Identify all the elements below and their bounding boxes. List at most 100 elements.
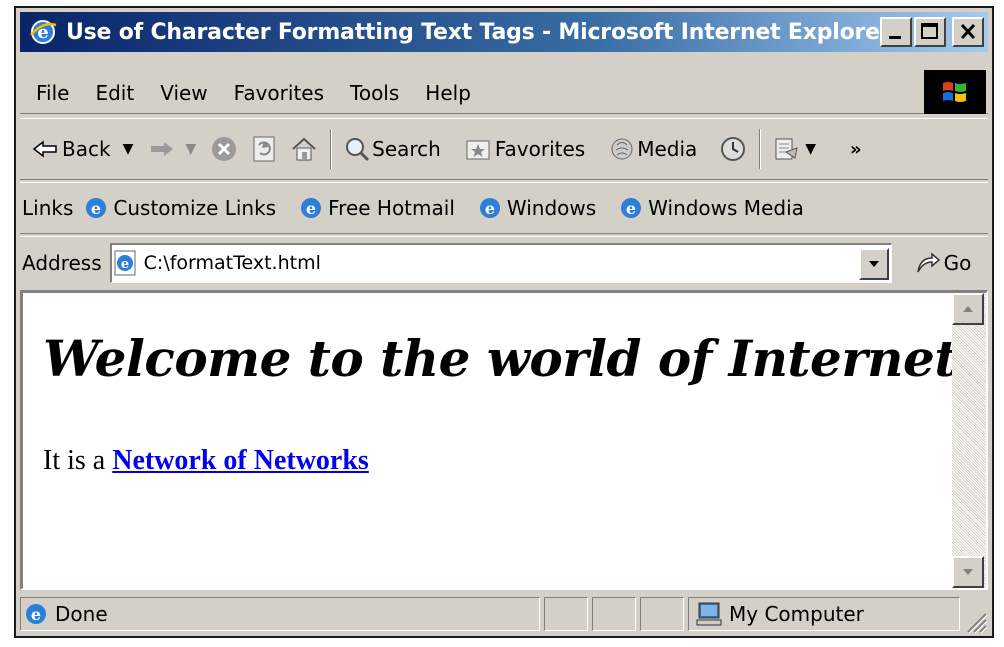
page-paragraph: It is a Network of Networks	[43, 445, 369, 477]
forward-button[interactable]: ▼	[149, 139, 196, 159]
search-button[interactable]: Search	[344, 136, 441, 162]
maximize-icon	[921, 23, 938, 39]
refresh-button[interactable]	[252, 135, 276, 163]
page-content: Welcome to the world of Internet It is a…	[23, 293, 952, 588]
page-viewport: Welcome to the world of Internet It is a…	[20, 290, 988, 590]
stop-button[interactable]	[210, 135, 238, 163]
security-zone-pane: My Computer	[688, 597, 960, 631]
windows-logo	[924, 70, 986, 114]
title-bar[interactable]: e Use of Character Formatting Text Tags …	[20, 12, 988, 52]
media-icon	[611, 138, 633, 160]
history-icon	[721, 137, 746, 161]
link-windows-media[interactable]: e Windows Media	[618, 195, 804, 221]
forward-dropdown-icon[interactable]: ▼	[185, 141, 196, 157]
menu-favorites[interactable]: Favorites	[234, 81, 324, 105]
ie-icon: e	[30, 20, 57, 44]
link-label: Windows Media	[648, 196, 804, 220]
status-text-pane: e Done	[20, 597, 540, 631]
home-icon	[292, 137, 316, 161]
ie-page-icon: e	[479, 198, 500, 218]
ie-page-icon: e	[26, 604, 46, 624]
links-bar: Links e Customize Links e Free Hotmail e…	[20, 182, 988, 234]
favorites-label: Favorites	[494, 137, 586, 161]
toolbar-separator	[759, 129, 762, 169]
arrow-up-icon	[963, 306, 973, 312]
minimize-button[interactable]	[880, 17, 912, 47]
maximize-button[interactable]	[914, 17, 946, 47]
mail-button[interactable]: ▼	[773, 136, 816, 162]
address-input[interactable]: e C:\formatText.html	[109, 242, 892, 283]
windows-flag-icon	[943, 82, 966, 102]
history-button[interactable]	[719, 135, 747, 163]
browser-window: e Use of Character Formatting Text Tags …	[14, 6, 994, 638]
close-button[interactable]	[952, 17, 984, 47]
link-free-hotmail[interactable]: e Free Hotmail	[298, 195, 455, 221]
chevron-down-icon	[868, 260, 879, 267]
link-windows[interactable]: e Windows	[477, 195, 596, 221]
paragraph-text: It is a	[43, 445, 106, 476]
ie-page-icon: e	[621, 198, 642, 218]
media-label: Media	[637, 137, 698, 161]
link-label: Customize Links	[113, 196, 277, 220]
mail-icon	[775, 138, 798, 160]
status-pane	[592, 597, 636, 631]
address-label: Address	[22, 250, 102, 275]
status-pane	[544, 597, 588, 631]
go-arrow-icon	[916, 251, 940, 272]
page-icon: e	[114, 250, 136, 276]
address-dropdown-button[interactable]	[858, 247, 889, 280]
svg-text:e: e	[626, 199, 636, 218]
menu-view[interactable]: View	[160, 81, 207, 105]
menu-bar: File Edit View Favorites Tools Help	[20, 70, 988, 114]
minimize-icon	[889, 36, 901, 39]
resize-grip-icon[interactable]	[962, 608, 988, 634]
ie-page-icon: e	[86, 198, 107, 218]
stop-icon	[212, 137, 237, 161]
link-label: Free Hotmail	[328, 196, 455, 220]
links-label: Links	[22, 196, 74, 220]
favorites-star-icon	[466, 140, 490, 160]
status-bar: e Done My Computer	[20, 594, 988, 634]
status-text: Done	[55, 602, 108, 626]
go-button[interactable]: Go	[914, 250, 972, 276]
favorites-button[interactable]: Favorites	[465, 137, 585, 161]
svg-text:e: e	[306, 199, 316, 218]
svg-text:e: e	[31, 605, 41, 624]
menu-help[interactable]: Help	[425, 81, 471, 105]
forward-arrow-icon	[151, 142, 174, 156]
arrow-down-icon	[963, 569, 973, 575]
standard-toolbar: Back ▼ ▼ Search Favorites Media ▼ »	[20, 118, 988, 180]
scroll-up-button[interactable]	[952, 293, 984, 325]
network-of-networks-link[interactable]: Network of Networks	[112, 445, 369, 476]
svg-text:e: e	[91, 199, 101, 218]
vertical-scrollbar[interactable]	[952, 293, 986, 588]
address-bar: Address e C:\formatText.html Go	[20, 236, 988, 288]
ie-page-icon: e	[301, 198, 322, 218]
media-button[interactable]: Media	[609, 136, 697, 162]
link-customize-links[interactable]: e Customize Links	[83, 195, 276, 221]
my-computer-icon	[696, 602, 722, 626]
back-button[interactable]: Back ▼	[32, 137, 133, 161]
address-value: C:\formatText.html	[143, 252, 321, 274]
menu-edit[interactable]: Edit	[95, 81, 134, 105]
home-button[interactable]	[290, 136, 318, 162]
back-arrow-icon	[32, 140, 57, 158]
toolbar-separator	[330, 129, 333, 169]
back-dropdown-icon[interactable]: ▼	[123, 141, 134, 157]
search-icon	[346, 138, 370, 162]
go-label: Go	[943, 250, 972, 275]
svg-text:e: e	[485, 199, 495, 218]
close-icon	[960, 23, 976, 40]
scroll-down-button[interactable]	[952, 556, 984, 588]
search-label: Search	[372, 137, 441, 161]
menu-tools[interactable]: Tools	[350, 81, 399, 105]
zone-label: My Computer	[729, 602, 864, 626]
svg-text:e: e	[121, 257, 129, 272]
back-label: Back	[62, 137, 111, 161]
menu-file[interactable]: File	[36, 81, 69, 105]
mail-dropdown-icon[interactable]: ▼	[805, 141, 816, 157]
status-pane	[640, 597, 684, 631]
toolbar-chevron-icon[interactable]: »	[850, 139, 862, 160]
refresh-icon	[253, 136, 275, 162]
window-title: Use of Character Formatting Text Tags - …	[66, 19, 891, 45]
